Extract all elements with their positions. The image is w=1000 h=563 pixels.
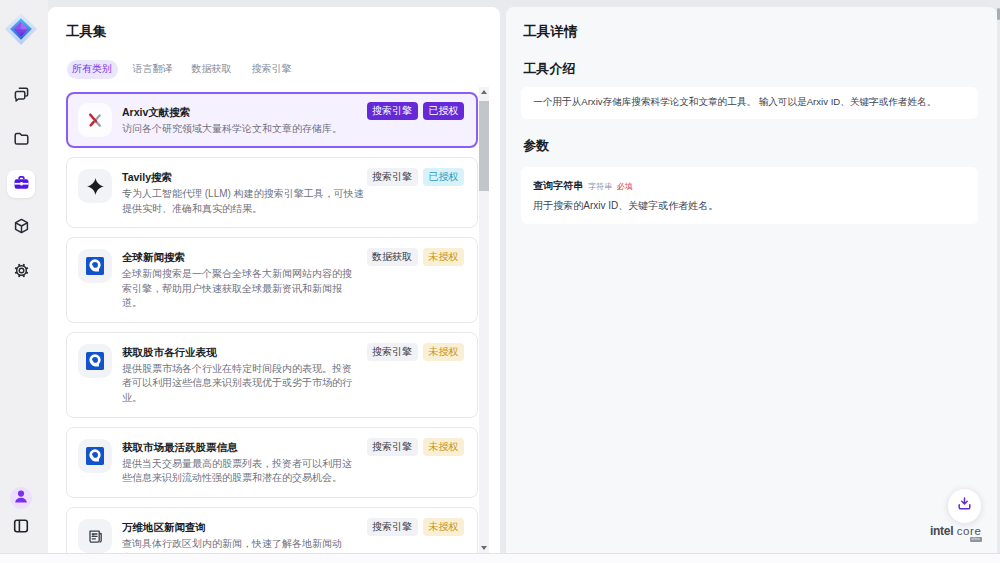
tool-card[interactable]: 获取股市各行业表现 提供股票市场各个行业在特定时间段内的表现。投资者可以利用这些… (66, 332, 478, 418)
arxiv-icon (78, 103, 112, 137)
folder-icon (12, 129, 31, 152)
tool-card-description: 专为人工智能代理 (LLM) 构建的搜索引擎工具，可快速提供实时、准确和真实的结… (122, 187, 367, 216)
tab-search-engine[interactable]: 搜索引擎 (252, 60, 292, 79)
details-title: 工具详情 (523, 24, 577, 40)
cube-icon (12, 217, 31, 240)
tools-panel: 工具集 所有类别语言翻译数据获取搜索引擎 Arxiv文献搜索 访问各个研究领域大… (48, 7, 500, 553)
triangle-up-icon (481, 90, 487, 94)
parameter-box: 查询字符串 字符串 必填 用于搜索的Arxiv ID、关键字或作者姓名。 (521, 167, 978, 225)
collapse-panel-button[interactable] (12, 519, 30, 537)
tool-card[interactable]: Tavily搜索 专为人工智能代理 (LLM) 构建的搜索引擎工具，可快速提供实… (66, 157, 478, 228)
news-icon (78, 519, 112, 553)
tool-card-description: 查询具体行政区划内的新闻，快速了解各地新闻动态。 (122, 537, 358, 553)
tavily-icon (78, 169, 112, 203)
category-badge: 搜索引擎 (367, 518, 418, 536)
core-wordmark: core (957, 525, 982, 537)
download-fab-button[interactable] (948, 489, 982, 523)
panel-icon (12, 517, 30, 539)
tool-card-description: 提供当天交易量最高的股票列表，投资者可以利用这些信息来识别流动性强的股票和潜在的… (122, 457, 358, 486)
sidebar-item-tools[interactable] (7, 170, 35, 198)
scroll-down-button[interactable] (479, 543, 490, 553)
qnews-icon (78, 344, 112, 378)
tool-details-panel: 工具详情 工具介绍 一个用于从Arxiv存储库搜索科学论文和文章的工具。 输入可… (506, 7, 997, 553)
intel-wordmark: intel (930, 524, 953, 538)
user-icon (10, 487, 32, 509)
window-bottom-strip (0, 553, 1000, 563)
tool-card[interactable]: Arxiv文献搜索 访问各个研究领域大量科学论文和文章的存储库。 搜索引擎 已授… (66, 92, 478, 148)
tool-card-description: 访问各个研究领域大量科学论文和文章的存储库。 (122, 122, 358, 137)
auth-status-badge: 未授权 (423, 518, 464, 536)
intro-text: 一个用于从Arxiv存储库搜索科学论文和文章的工具。 输入可以是Arxiv ID… (533, 96, 936, 109)
auth-status-badge: 未授权 (423, 248, 464, 266)
param-type: 字符串 (588, 181, 612, 192)
category-badge: 搜索引擎 (367, 438, 418, 456)
tools-panel-title: 工具集 (66, 24, 107, 40)
auth-status-badge: 未授权 (423, 438, 464, 456)
gear-icon (12, 261, 31, 284)
category-badge: 数据获取 (367, 248, 418, 266)
sidebar-item-settings[interactable] (7, 258, 35, 286)
tool-card-description: 全球新闻搜索是一个聚合全球各大新闻网站内容的搜索引擎，帮助用户快速获取全球最新资… (122, 267, 358, 311)
tab-data-fetch[interactable]: 数据获取 (192, 60, 232, 79)
list-scrollbar[interactable] (479, 87, 490, 553)
auth-status-badge: 已授权 (423, 102, 464, 120)
sidebar-item-models[interactable] (7, 214, 35, 242)
auth-status-badge: 已授权 (423, 168, 464, 186)
param-required-badge: 必填 (617, 181, 633, 192)
tab-translation[interactable]: 语言翻译 (133, 60, 173, 79)
intro-heading: 工具介绍 (523, 62, 575, 76)
user-avatar[interactable] (10, 487, 32, 509)
download-icon (956, 495, 973, 516)
gem-logo-icon (4, 12, 38, 46)
scrollbar-thumb[interactable] (479, 101, 489, 191)
param-name: 查询字符串 (533, 181, 583, 191)
ultra-badge: ultra (970, 537, 982, 542)
tool-card[interactable]: 获取市场最活跃股票信息 提供当天交易量最高的股票列表，投资者可以利用这些信息来识… (66, 427, 478, 498)
tab-all-categories[interactable]: 所有类别 (67, 60, 118, 79)
qnews-icon (78, 439, 112, 473)
sidebar-item-chat[interactable] (7, 82, 35, 110)
chat-icon (12, 85, 31, 108)
category-badge: 搜索引擎 (367, 343, 418, 361)
scroll-up-button[interactable] (479, 87, 490, 97)
window-scrollbar-thumb[interactable] (997, 8, 1000, 20)
sidebar (0, 0, 48, 553)
triangle-down-icon (481, 546, 487, 550)
toolbox-icon (12, 173, 31, 196)
param-description: 用于搜索的Arxiv ID、关键字或作者姓名。 (533, 199, 966, 213)
tool-card-list: Arxiv文献搜索 访问各个研究领域大量科学论文和文章的存储库。 搜索引擎 已授… (66, 85, 478, 553)
category-badge: 搜索引擎 (367, 168, 418, 186)
qnews-icon (78, 249, 112, 283)
tool-card[interactable]: 万维地区新闻查询 查询具体行政区划内的新闻，快速了解各地新闻动态。 搜索引擎 未… (66, 507, 478, 553)
auth-status-badge: 未授权 (423, 343, 464, 361)
params-heading: 参数 (523, 139, 549, 153)
tool-card-description: 提供股票市场各个行业在特定时间段内的表现。投资者可以利用这些信息来识别表现优于或… (122, 362, 358, 406)
tool-card[interactable]: 全球新闻搜索 全球新闻搜索是一个聚合全球各大新闻网站内容的搜索引擎，帮助用户快速… (66, 237, 478, 323)
sidebar-item-files[interactable] (7, 126, 35, 154)
category-badge: 搜索引擎 (367, 102, 418, 120)
category-tabs: 所有类别语言翻译数据获取 搜索引擎 (67, 60, 292, 79)
intro-box: 一个用于从Arxiv存储库搜索科学论文和文章的工具。 输入可以是Arxiv ID… (521, 87, 978, 119)
